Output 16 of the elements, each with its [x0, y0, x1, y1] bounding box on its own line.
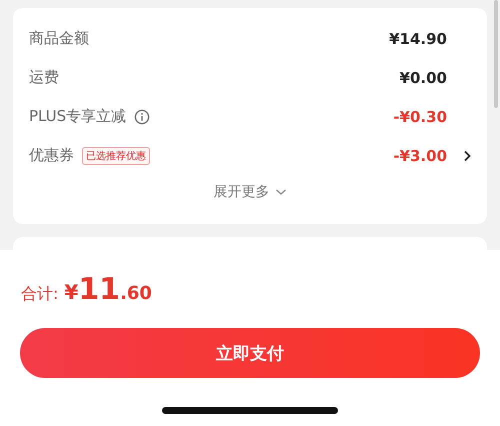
row-label: 运费 — [29, 68, 59, 87]
chevron-right-icon[interactable] — [463, 150, 471, 162]
row-amount: ¥14.90 — [389, 30, 447, 48]
row-label: 商品金额 — [29, 29, 89, 48]
info-icon[interactable] — [134, 108, 150, 124]
recommended-tag: 已选推荐优惠 — [82, 146, 150, 164]
row-label: PLUS专享立减 — [29, 107, 126, 126]
row-label: 优惠券 — [29, 146, 74, 165]
expand-more-link[interactable]: 展开更多 — [214, 183, 302, 201]
row-amount: -¥3.00 — [393, 146, 447, 164]
total-label: 合计: — [21, 284, 58, 305]
row-amount: -¥0.30 — [393, 108, 447, 126]
chevron-down-icon — [274, 188, 286, 196]
row-amount: ¥0.00 — [400, 68, 447, 86]
total-amount: ¥11.60 — [64, 272, 152, 307]
pay-now-button[interactable]: 立即支付 — [20, 328, 480, 378]
